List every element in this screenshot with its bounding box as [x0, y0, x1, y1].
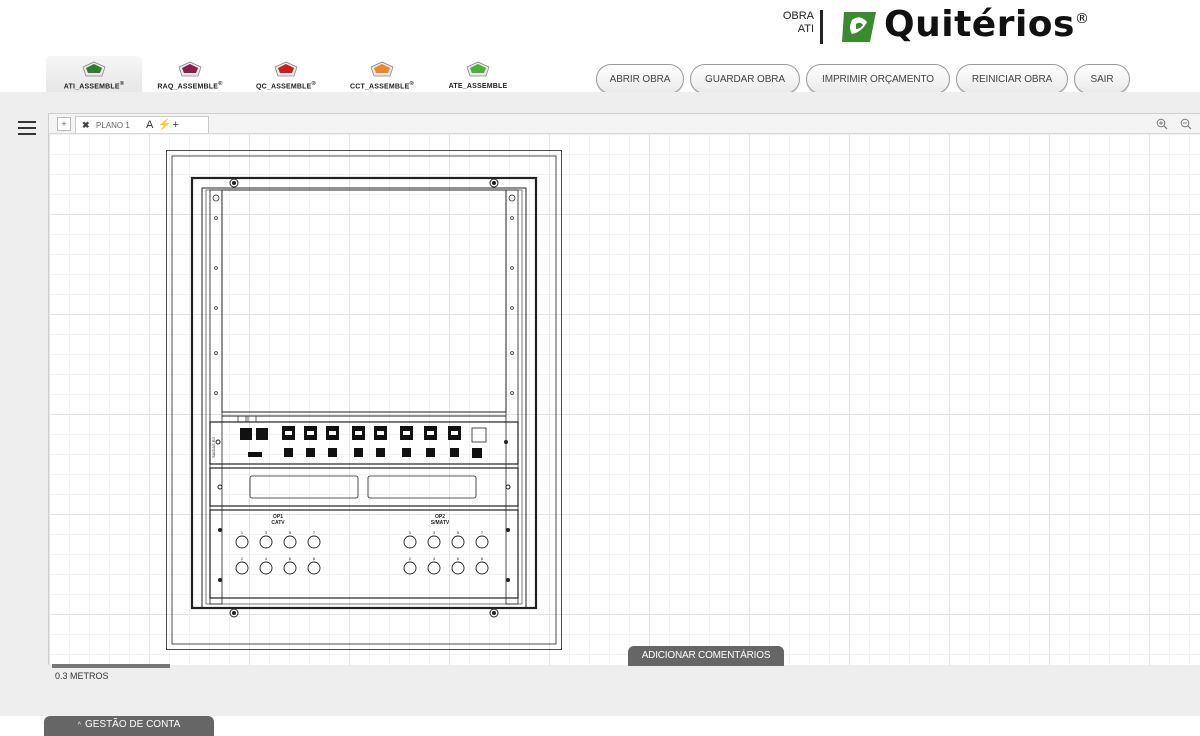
add-comments-button[interactable]: ADICIONAR COMENTÁRIOS — [628, 646, 784, 666]
account-management-button[interactable]: ^ GESTÃO DE CONTA — [44, 716, 214, 736]
brand-registered-mark: ® — [1074, 11, 1090, 27]
scale-label: 0.3 METROS — [55, 671, 109, 681]
product-tab-label: RAQ_ASSEMBLE® — [157, 80, 223, 90]
svg-text:7: 7 — [481, 530, 484, 535]
plan-tab[interactable]: ✖ PLANO 1 A ⚡+ — [75, 116, 209, 133]
brand-name: Quitérios® — [884, 4, 1089, 45]
svg-text:7: 7 — [313, 530, 316, 535]
svg-text:2: 2 — [409, 556, 412, 561]
plan-tabbar: + ✖ PLANO 1 A ⚡+ — [49, 114, 1200, 134]
hamburger-menu-icon[interactable] — [18, 121, 36, 135]
svg-text:5: 5 — [289, 530, 292, 535]
plan-tab-tools[interactable]: A ⚡+ — [146, 118, 180, 131]
ati-product-icon — [82, 61, 106, 77]
scale-bar — [52, 664, 170, 668]
product-tab-cct[interactable]: CCT_ASSEMBLE® — [334, 56, 430, 92]
svg-text:4: 4 — [433, 556, 436, 561]
product-tab-raq[interactable]: RAQ_ASSEMBLE® — [142, 56, 238, 92]
rj-panel-label: SAIDAS RJ — [211, 437, 216, 458]
product-tab-qc[interactable]: QC_ASSEMBLE® — [238, 56, 334, 92]
svg-text:6: 6 — [289, 556, 292, 561]
svg-text:8: 8 — [481, 556, 484, 561]
open-obra-button[interactable]: ABRIR OBRA — [596, 64, 684, 94]
svg-text:3: 3 — [433, 530, 436, 535]
zoom-out-icon[interactable] — [1180, 118, 1192, 130]
cct-product-icon — [370, 61, 394, 77]
svg-text:5: 5 — [457, 530, 460, 535]
qc-product-icon — [274, 61, 298, 77]
svg-text:6: 6 — [457, 556, 460, 561]
coax-panel — [209, 509, 519, 599]
chevron-up-icon: ^ — [77, 722, 81, 729]
account-management-label: GESTÃO DE CONTA — [84, 719, 181, 730]
product-tab-label: CCT_ASSEMBLE® — [349, 80, 415, 90]
svg-text:4: 4 — [265, 556, 268, 561]
svg-text:2: 2 — [241, 556, 244, 561]
raq-product-icon — [178, 61, 202, 77]
restart-obra-button[interactable]: REINICIAR OBRA — [956, 64, 1068, 94]
plan-tab-name: PLANO 1 — [96, 121, 130, 130]
blank-panel — [209, 467, 519, 507]
exit-button[interactable]: SAIR — [1074, 64, 1130, 94]
cabinet-outer-frame — [166, 150, 562, 650]
save-obra-button[interactable]: GUARDAR OBRA — [690, 64, 800, 94]
svg-text:1: 1 — [409, 530, 412, 535]
action-bar: ABRIR OBRA GUARDAR OBRA IMPRIMIR ORÇAMEN… — [596, 64, 1130, 94]
op1-subtitle: CATV — [271, 520, 285, 526]
obra-value: ATI — [797, 23, 814, 35]
svg-text:8: 8 — [313, 556, 316, 561]
op2-subtitle: S/MATV — [431, 520, 450, 526]
brand-separator — [820, 10, 823, 44]
product-tab-ati[interactable]: ATI_ASSEMBLE® — [46, 56, 142, 92]
brand-name-text: Quitérios — [884, 4, 1075, 45]
ati-cabinet-drawing[interactable]: SAIDAS RJ OP1 CATV OP2 S/MATV 1 3 5 7 2 … — [166, 150, 562, 650]
print-budget-button[interactable]: IMPRIMIR ORÇAMENTO — [806, 64, 950, 94]
obra-indicator: OBRA ATI — [766, 10, 814, 36]
cabinet-inner-box — [190, 176, 538, 610]
svg-text:3: 3 — [265, 530, 268, 535]
product-tab-label: ATI_ASSEMBLE® — [63, 80, 125, 90]
add-plan-tab-button[interactable]: + — [57, 117, 71, 131]
brand-header: OBRA ATI Quitérios® — [760, 4, 1200, 50]
ate-product-icon — [466, 61, 490, 77]
product-tab-ate[interactable]: ATE_ASSEMBLE — [430, 56, 526, 92]
plan-canvas[interactable]: + ✖ PLANO 1 A ⚡+ SAIDAS RJ OP1 CATV OP2 … — [48, 113, 1200, 665]
product-tab-label: ATE_ASSEMBLE — [448, 83, 508, 90]
quiterios-logo-icon — [842, 12, 876, 42]
close-tab-icon[interactable]: ✖ — [82, 120, 90, 131]
zoom-in-icon[interactable] — [1156, 118, 1168, 130]
product-tab-label: QC_ASSEMBLE® — [256, 80, 316, 90]
svg-text:1: 1 — [241, 530, 244, 535]
obra-label: OBRA — [782, 10, 814, 22]
coax-ports — [235, 535, 489, 575]
product-tabs: ATI_ASSEMBLE® RAQ_ASSEMBLE® QC_ASSEMBLE®… — [46, 56, 526, 92]
